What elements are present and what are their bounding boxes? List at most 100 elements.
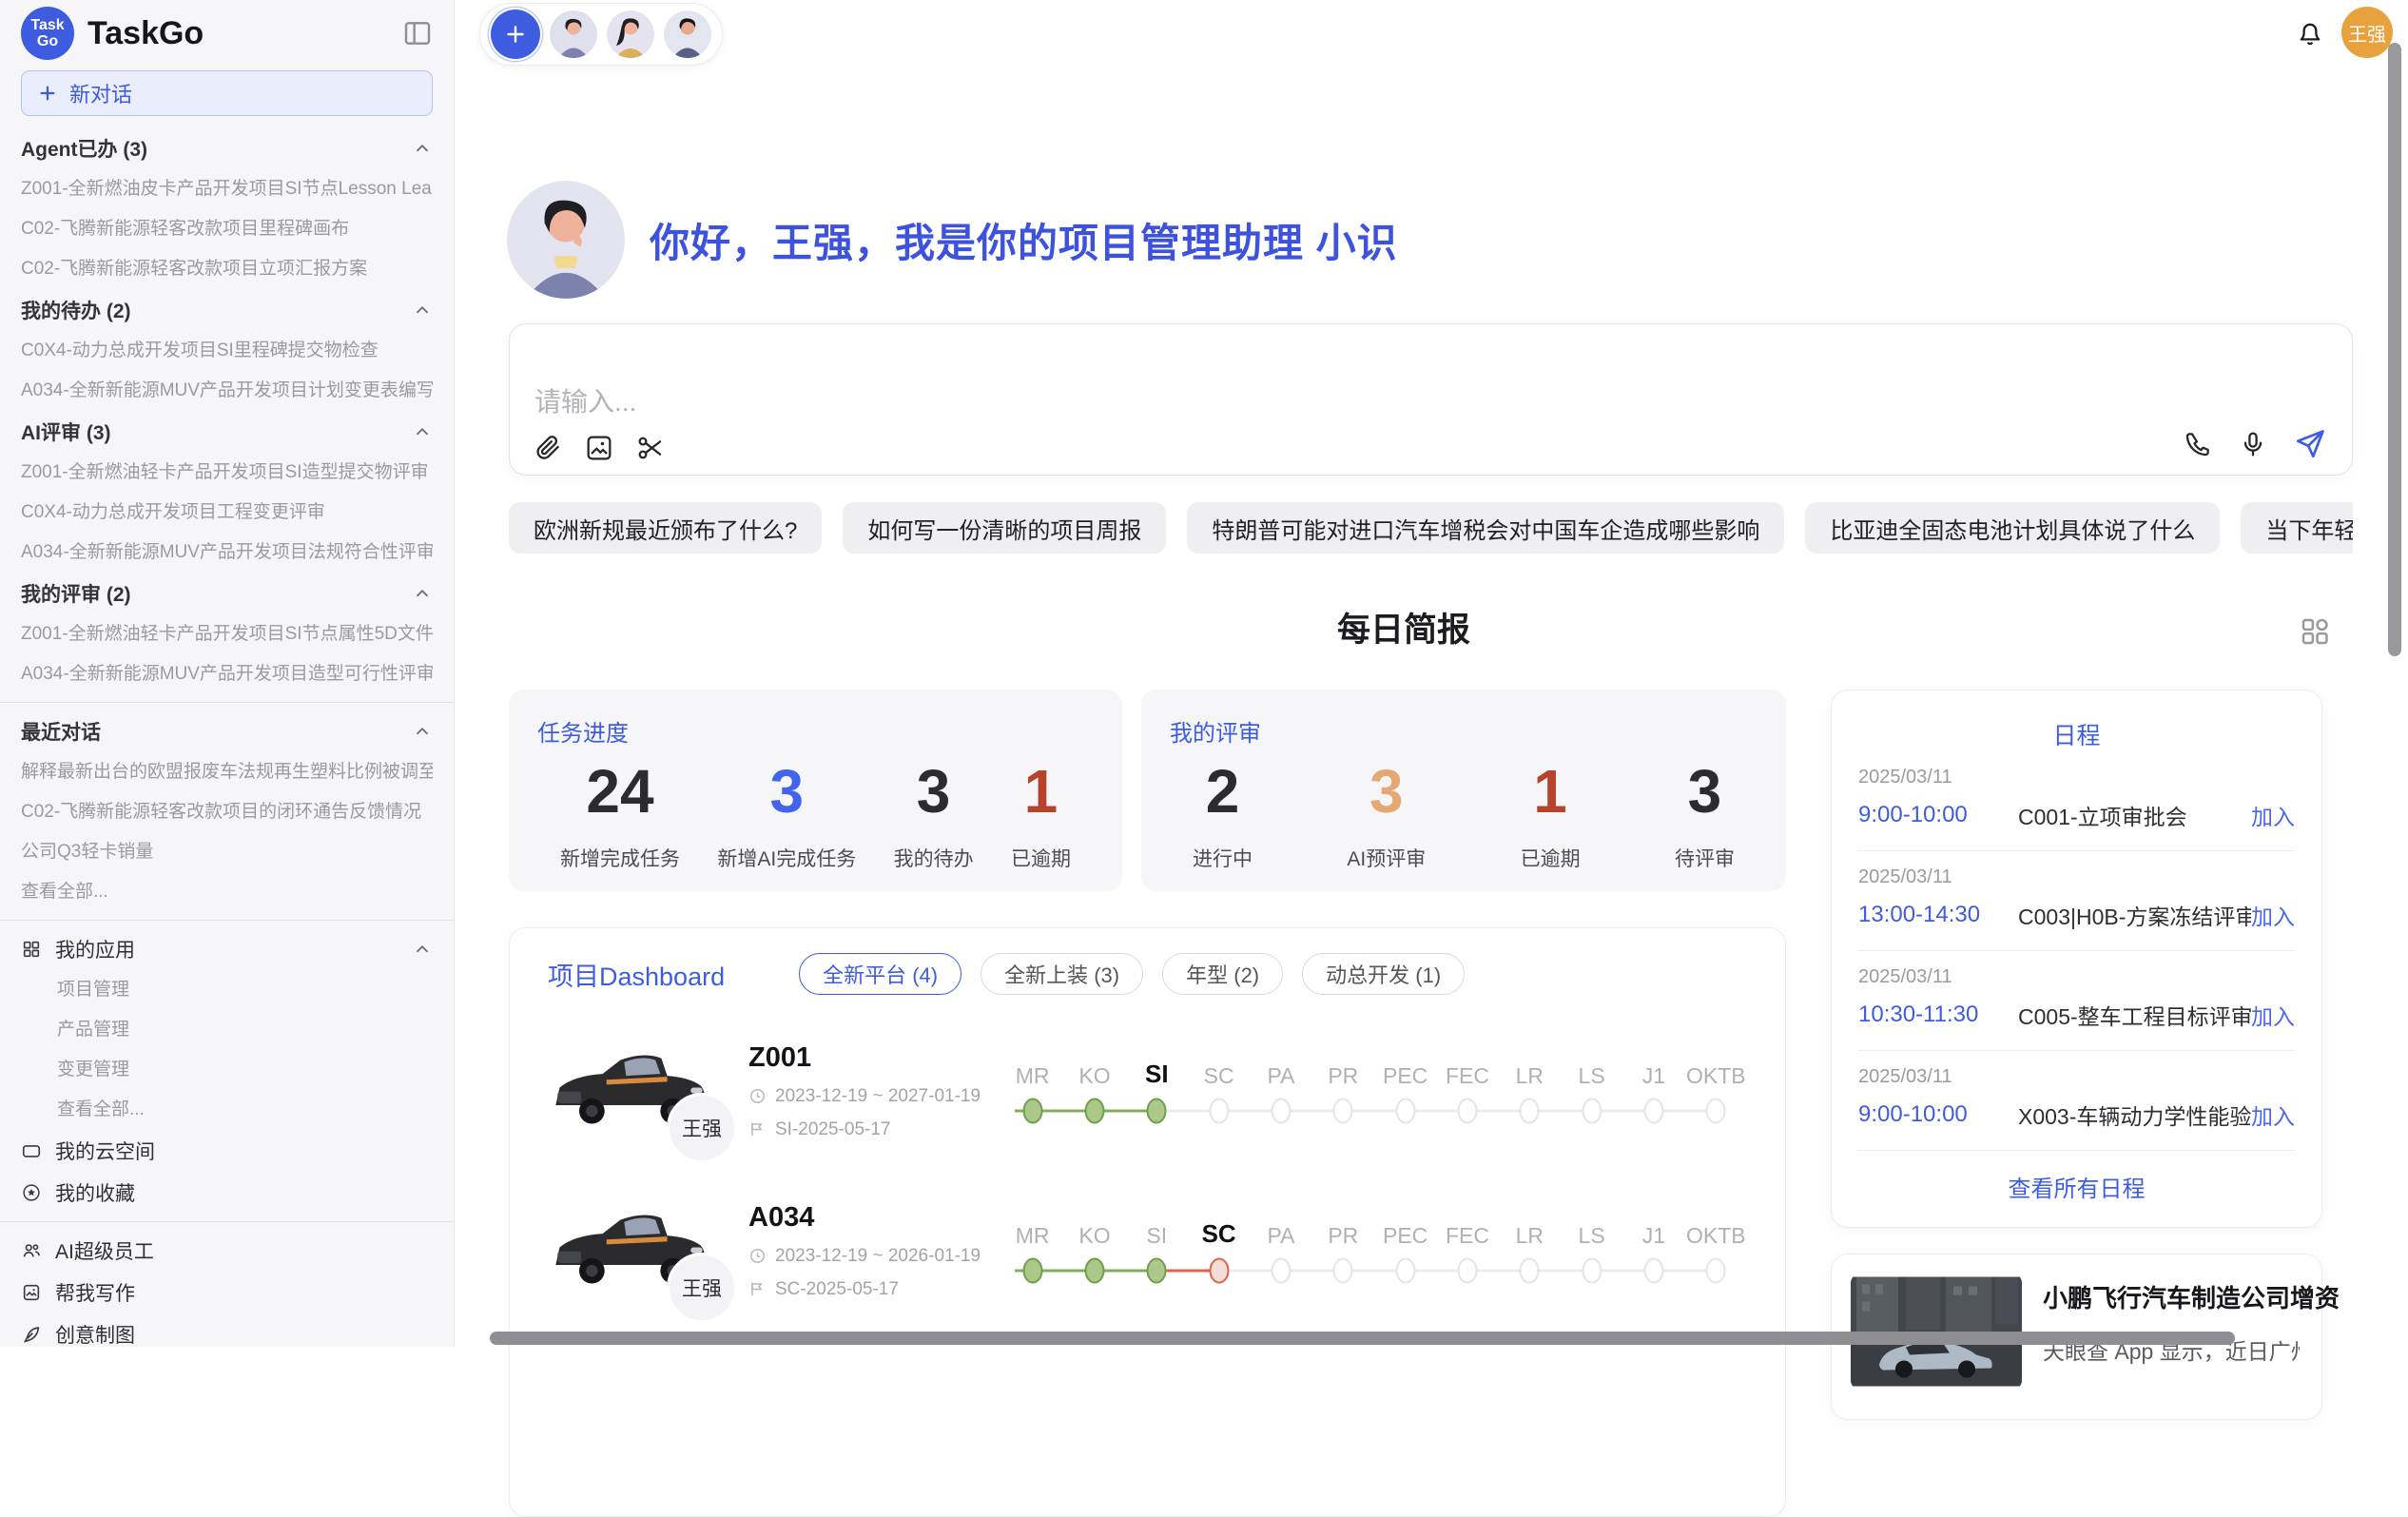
- app-item-product-mgmt[interactable]: 产品管理: [21, 1010, 433, 1050]
- recent-chat-item[interactable]: 公司Q3轻卡销量: [21, 832, 433, 872]
- milestone-label: FEC: [1436, 1209, 1498, 1249]
- schedule-card: 日程 2025/03/11 9:00-10:00 C001-立项审批会 加入 2…: [1831, 690, 2322, 1228]
- notification-bell-icon[interactable]: [2294, 17, 2326, 49]
- schedule-date: 2025/03/11: [1858, 966, 2295, 988]
- project-owner-badge: 王强: [667, 1093, 737, 1163]
- milestone-dot-row: [1436, 1089, 1498, 1133]
- image-upload-icon[interactable]: [584, 433, 614, 463]
- schedule-row: 9:00-10:00 C001-立项审批会 加入: [1858, 799, 2295, 831]
- scissors-icon[interactable]: [635, 433, 666, 463]
- sidebar-item[interactable]: Z001-全新燃油轻卡产品开发项目SI造型提交物评审: [21, 453, 433, 493]
- sidebar-item[interactable]: Z001-全新燃油轻卡产品开发项目SI节点属性5D文件评审: [21, 614, 433, 654]
- milestone-dot: [1022, 1258, 1042, 1284]
- sidebar-item-creative-draw[interactable]: 创意制图: [21, 1313, 433, 1347]
- dashboard-tabs: 全新平台 (4) 全新上装 (3) 年型 (2) 动总开发 (1): [799, 953, 1465, 995]
- sidebar-item[interactable]: A034-全新新能源MUV产品开发项目造型可行性评审: [21, 654, 433, 694]
- mic-icon[interactable]: [2238, 429, 2268, 459]
- milestone-j1: J1: [1622, 1209, 1684, 1293]
- clock-icon: [748, 1247, 767, 1265]
- milestone-dot-row: [1499, 1249, 1561, 1293]
- join-link[interactable]: 加入: [2251, 999, 2295, 1031]
- sidebar-item-help-write[interactable]: 帮我写作: [21, 1272, 433, 1313]
- vertical-scrollbar[interactable]: [2388, 43, 2401, 656]
- suggestion-chips: 欧洲新规最近颁布了什么? 如何写一份清晰的项目周报 特朗普可能对进口汽车增税会对…: [509, 502, 2353, 554]
- section-ai-review[interactable]: AI评审 (3): [21, 411, 433, 453]
- app-item-project-mgmt[interactable]: 项目管理: [21, 970, 433, 1010]
- user-avatar[interactable]: 王强: [2341, 7, 2393, 58]
- project-row[interactable]: 王强 A034 2023-12-19 ~ 2026-01-19 SC-2025-…: [548, 1179, 1747, 1322]
- tab-new-platform[interactable]: 全新平台 (4): [799, 953, 961, 995]
- milestone-dot: [1520, 1099, 1540, 1124]
- chevron-up-icon: [412, 138, 433, 159]
- sidebar-item[interactable]: C02-飞腾新能源轻客改款项目立项汇报方案: [21, 249, 433, 289]
- milestone-si: SI: [1126, 1049, 1188, 1133]
- sidebar-item[interactable]: C02-飞腾新能源轻客改款项目里程碑画布: [21, 209, 433, 249]
- milestone-dot-row: [1685, 1249, 1747, 1293]
- suggestion-chip[interactable]: 特朗普可能对进口汽车增税会对中国车企造成哪些影响: [1187, 502, 1784, 554]
- schedule-event-title: C003|H0B-方案冻结评审: [2018, 899, 2251, 931]
- add-session-button[interactable]: [491, 10, 540, 59]
- app-item-change-mgmt[interactable]: 变更管理: [21, 1050, 433, 1090]
- view-all-schedule-link[interactable]: 查看所有日程: [1858, 1151, 2295, 1222]
- send-icon[interactable]: [2293, 427, 2327, 461]
- recent-chat-item-view-all[interactable]: 查看全部...: [21, 872, 433, 912]
- section-my-review[interactable]: 我的评审 (2): [21, 573, 433, 614]
- milestone-lr: LR: [1499, 1049, 1561, 1133]
- horizontal-scrollbar[interactable]: [490, 1332, 2235, 1345]
- phone-icon[interactable]: [2183, 429, 2213, 459]
- milestone-track: MRKOSISCPAPRPECFECLRLSJ1OKTB: [1001, 1049, 1747, 1133]
- suggestion-chip[interactable]: 如何写一份清晰的项目周报: [843, 502, 1166, 554]
- milestone-dot: [1395, 1099, 1415, 1124]
- milestone-mr: MR: [1001, 1209, 1063, 1293]
- project-row[interactable]: 王强 Z001 2023-12-19 ~ 2027-01-19 SI-2025-…: [548, 1020, 1747, 1162]
- join-link[interactable]: 加入: [2251, 899, 2295, 931]
- sidebar-item[interactable]: C0X4-动力总成开发项目工程变更评审: [21, 493, 433, 533]
- milestone-dot-row: [1312, 1249, 1374, 1293]
- sidebar-item[interactable]: Z001-全新燃油皮卡产品开发项目SI节点Lesson Learn报告: [21, 169, 433, 209]
- join-link[interactable]: 加入: [2251, 799, 2295, 831]
- join-link[interactable]: 加入: [2251, 1099, 2295, 1131]
- sidebar-item-favorites[interactable]: 我的收藏: [21, 1172, 433, 1214]
- sidebar-collapse-icon[interactable]: [402, 18, 433, 49]
- sidebar-item[interactable]: A034-全新新能源MUV产品开发项目计划变更表编写: [21, 371, 433, 411]
- session-avatar[interactable]: [664, 10, 711, 58]
- suggestion-chip[interactable]: 欧洲新规最近颁布了什么?: [509, 502, 822, 554]
- app-item-view-all[interactable]: 查看全部...: [21, 1090, 433, 1130]
- milestone-pa: PA: [1250, 1049, 1311, 1133]
- sidebar-item-ai-employee[interactable]: AI超级员工: [21, 1230, 433, 1272]
- milestone-dot-row: [1561, 1249, 1622, 1293]
- suggestion-chip[interactable]: 当下年轻人对汽车外观有怎样的喜好趋势: [2241, 502, 2353, 554]
- paperclip-icon[interactable]: [533, 433, 563, 463]
- apps-grid-icon: [21, 939, 42, 960]
- tab-new-body[interactable]: 全新上装 (3): [981, 953, 1143, 995]
- project-info: A034 2023-12-19 ~ 2026-01-19 SC-2025-05-…: [748, 1202, 988, 1300]
- tab-powertrain[interactable]: 动总开发 (1): [1302, 953, 1465, 995]
- section-title: 我的评审 (2): [21, 579, 131, 608]
- milestone-label: PR: [1312, 1049, 1374, 1089]
- metrics: 24 新增完成任务 3 新增AI完成任务 3 我的待办 1 已逾期: [537, 759, 1094, 872]
- session-avatar[interactable]: [607, 10, 654, 58]
- new-chat-button[interactable]: 新对话: [21, 70, 433, 116]
- section-recent-chats[interactable]: 最近对话: [21, 710, 433, 752]
- milestone-label: LR: [1499, 1209, 1561, 1249]
- section-my-todo[interactable]: 我的待办 (2): [21, 289, 433, 331]
- chat-input[interactable]: [534, 387, 1676, 418]
- sidebar-item[interactable]: C0X4-动力总成开发项目SI里程碑提交物检查: [21, 331, 433, 371]
- metric: 24 新增完成任务: [560, 759, 680, 872]
- project-dates-text: 2023-12-19 ~ 2027-01-19: [775, 1086, 981, 1107]
- session-avatar[interactable]: [550, 10, 597, 58]
- section-agent-done[interactable]: Agent已办 (3): [21, 127, 433, 169]
- sidebar-item[interactable]: A034-全新新能源MUV产品开发项目法规符合性评审: [21, 533, 433, 573]
- brief-layout-icon[interactable]: [2298, 614, 2332, 649]
- suggestion-chip[interactable]: 比亚迪全固态电池计划具体说了什么: [1805, 502, 2220, 554]
- tab-model-year[interactable]: 年型 (2): [1162, 953, 1283, 995]
- composer: [509, 323, 2353, 476]
- recent-chat-item[interactable]: C02-飞腾新能源轻客改款项目的闭环通告反馈情况: [21, 792, 433, 832]
- topbar-session-pill: [479, 3, 723, 66]
- sidebar-item-my-apps[interactable]: 我的应用: [21, 928, 433, 970]
- recent-chat-item[interactable]: 解释最新出台的欧盟报废车法规再生塑料比例被调至15%...: [21, 752, 433, 792]
- sidebar-item-cloud-space[interactable]: 我的云空间: [21, 1130, 433, 1172]
- project-dashboard-card: 项目Dashboard 全新平台 (4) 全新上装 (3) 年型 (2) 动总开…: [509, 927, 1786, 1517]
- divider: [0, 1221, 454, 1222]
- my-review-card: 我的评审 2 进行中 3 AI预评审 1 已逾期 3 待评审: [1141, 690, 1786, 891]
